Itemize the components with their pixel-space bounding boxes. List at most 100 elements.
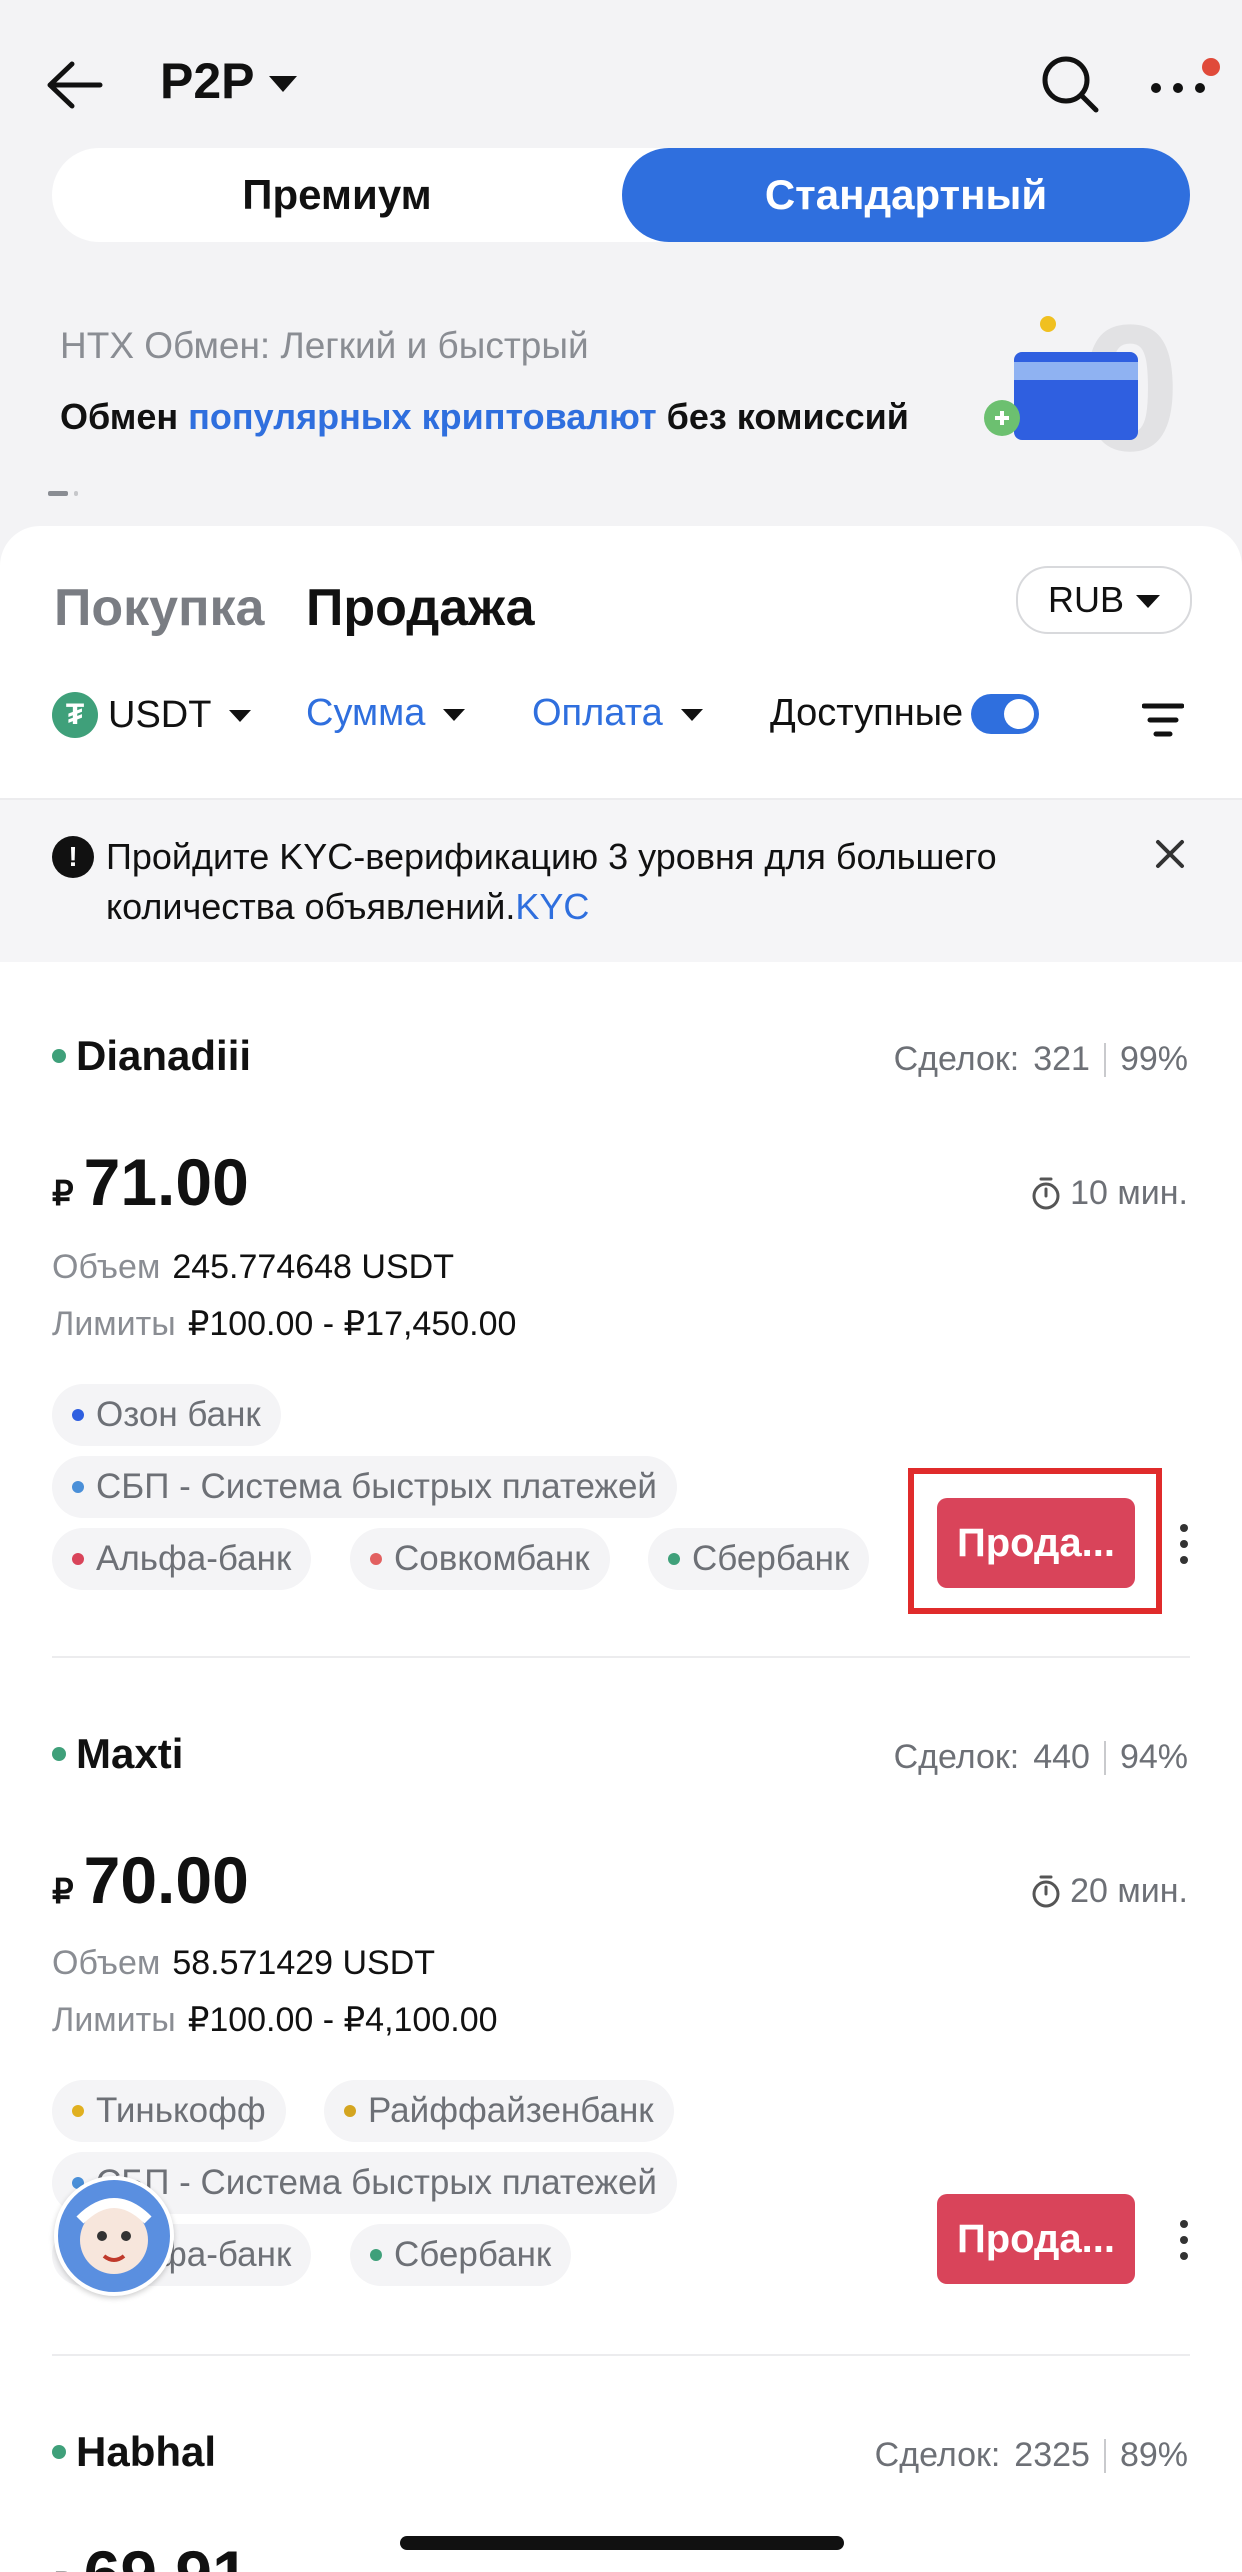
- filter-settings-icon[interactable]: [1141, 700, 1185, 740]
- listing-divider: [52, 2354, 1190, 2356]
- available-toggle[interactable]: [971, 693, 1040, 734]
- volume-value: 58.571429 USDT: [172, 1944, 436, 1982]
- deals-count: 321: [1033, 1040, 1090, 1078]
- timer-icon: [1032, 1177, 1060, 1209]
- filter-amount[interactable]: Сумма: [306, 692, 466, 735]
- stats-separator: [1103, 1740, 1106, 1775]
- price: ₽ 70.00: [52, 1842, 249, 1918]
- more-vertical-icon[interactable]: [1178, 1522, 1190, 1566]
- limits-label: Лимиты: [52, 2001, 176, 2039]
- chip-label: СБП - Система быстрых платежей: [96, 1467, 657, 1506]
- chip-label: Совкомбанк: [394, 1539, 590, 1578]
- chip-dot: [370, 2249, 382, 2261]
- price-value: 71.00: [83, 1145, 249, 1219]
- filter-payment[interactable]: Оплата: [532, 692, 703, 735]
- chip-dot: [344, 2105, 356, 2117]
- chevron-down-icon: [443, 708, 466, 721]
- back-arrow-icon[interactable]: [44, 58, 104, 112]
- banner-title[interactable]: Обмен популярных криптовалют без комисси…: [60, 396, 909, 438]
- deals-count: 440: [1033, 1738, 1090, 1776]
- merchant-name[interactable]: Maxti: [52, 1730, 183, 1778]
- completion-rate: 89%: [1119, 2436, 1188, 2474]
- volume-label: Объем: [52, 1248, 161, 1286]
- close-icon[interactable]: [1152, 836, 1188, 872]
- price-value: 70.00: [83, 1843, 249, 1917]
- currency-label: RUB: [1047, 579, 1124, 620]
- filter-available-label: Доступные: [770, 692, 964, 734]
- banner-subtitle: HTX Обмен: Легкий и быстрый: [60, 325, 589, 366]
- payment-method-chip: Совкомбанк: [350, 1528, 610, 1590]
- limits-value: ₽100.00 - ₽17,450.00: [187, 1305, 517, 1343]
- payment-method-chip: Озон банк: [52, 1384, 281, 1446]
- tab-sell[interactable]: Продажа: [306, 578, 535, 638]
- currency-symbol: ₽: [52, 1175, 74, 1213]
- payment-time-text: 20 мин.: [1070, 1872, 1188, 1910]
- merchant-stats: Сделок: 2325 89%: [875, 2436, 1188, 2475]
- limits-value: ₽100.00 - ₽4,100.00: [187, 2001, 498, 2039]
- chip-label: Райффайзенбанк: [368, 2091, 654, 2130]
- segment-standard[interactable]: Стандартный: [622, 148, 1190, 242]
- page-title-text: P2P: [160, 53, 255, 109]
- listing-divider: [52, 1656, 1190, 1658]
- payment-time: 10 мин.: [1030, 1174, 1188, 1213]
- banner-title-b: без комиссий: [656, 396, 909, 437]
- deals-label: Сделок:: [874, 2436, 1001, 2474]
- payment-method-chip: Сбербанк: [648, 1528, 870, 1590]
- timer-icon: [1032, 1875, 1060, 1907]
- highlight-box: [908, 1468, 1162, 1614]
- chip-dot: [72, 1481, 84, 1493]
- card-illustration-icon: 0: [980, 288, 1180, 489]
- chip-label: Сбербанк: [394, 2235, 552, 2274]
- price: ₽ 71.00: [52, 1144, 249, 1220]
- payment-method-chip: СБП - Система быстрых платежей: [52, 1456, 677, 1518]
- deals-label: Сделок:: [893, 1738, 1020, 1776]
- merchant-stats: Сделок: 321 99%: [894, 1040, 1188, 1079]
- currency-symbol: ₽: [52, 2566, 74, 2572]
- chip-dot: [72, 2105, 84, 2117]
- chip-dot: [72, 1553, 84, 1565]
- kyc-link[interactable]: KYC: [515, 886, 589, 927]
- chevron-down-icon: [1136, 594, 1160, 608]
- search-icon[interactable]: [1040, 54, 1100, 114]
- tab-buy[interactable]: Покупка: [54, 578, 264, 638]
- usdt-icon: ₮: [52, 692, 98, 738]
- limits: Лимиты ₽100.00 - ₽4,100.00: [52, 2000, 498, 2040]
- chip-dot: [370, 1553, 382, 1565]
- segment-premium[interactable]: Премиум: [52, 148, 622, 242]
- filter-amount-label: Сумма: [306, 692, 426, 734]
- filter-coin[interactable]: ₮ USDT: [52, 692, 252, 738]
- price: ₽ 69.91: [52, 2536, 249, 2572]
- volume-label: Объем: [52, 1944, 161, 1982]
- stats-separator: [1103, 2438, 1106, 2473]
- chip-dot: [668, 1553, 680, 1565]
- sell-button[interactable]: Прода...: [937, 2194, 1135, 2284]
- online-status-dot: [52, 1747, 66, 1761]
- payment-method-chip: Тинькофф: [52, 2080, 286, 2142]
- more-vertical-icon[interactable]: [1178, 2218, 1190, 2262]
- merchant-name[interactable]: Habhal: [52, 2428, 216, 2476]
- home-indicator: [400, 2536, 844, 2550]
- limits-label: Лимиты: [52, 1305, 176, 1343]
- completion-rate: 94%: [1119, 1738, 1188, 1776]
- currency-selector[interactable]: RUB: [1016, 566, 1192, 634]
- filter-coin-label: USDT: [108, 693, 212, 736]
- deals-label: Сделок:: [893, 1040, 1020, 1078]
- filter-payment-label: Оплата: [532, 692, 663, 734]
- chip-label: Сбербанк: [692, 1539, 850, 1578]
- chevron-down-icon: [680, 708, 703, 721]
- chevron-down-icon: [268, 76, 297, 92]
- support-avatar[interactable]: [54, 2176, 174, 2296]
- chip-label: Альфа-банк: [96, 1539, 292, 1578]
- page-title[interactable]: P2P: [160, 52, 297, 110]
- payment-method-chip: Сбербанк: [350, 2224, 572, 2286]
- volume: Объем 245.774648 USDT: [52, 1248, 454, 1287]
- banner-title-a: Обмен: [60, 396, 189, 437]
- merchant-name-text: Dianadiii: [76, 1032, 252, 1079]
- chip-label: Озон банк: [96, 1395, 261, 1434]
- notification-dot: [1202, 58, 1220, 76]
- merchant-name[interactable]: Dianadiii: [52, 1032, 251, 1080]
- kyc-notice-text: Пройдите KYC-верификацию 3 уровня для бо…: [106, 832, 1126, 932]
- deals-count: 2325: [1014, 2436, 1090, 2474]
- chip-dot: [72, 1409, 84, 1421]
- completion-rate: 99%: [1119, 1040, 1188, 1078]
